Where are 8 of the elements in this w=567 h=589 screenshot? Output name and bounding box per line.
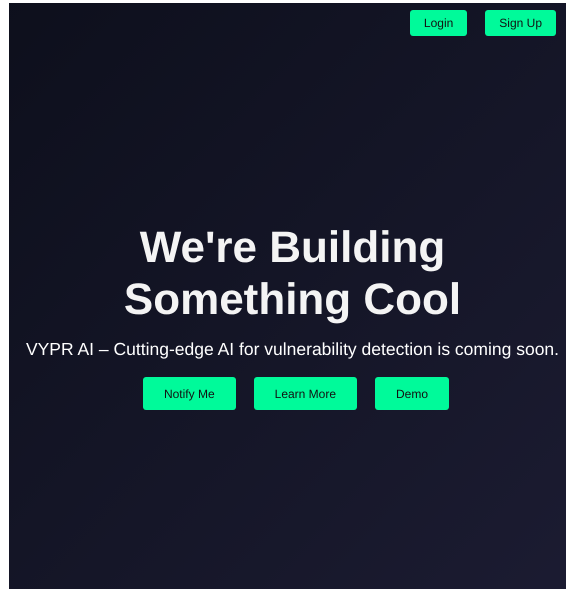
cta-button[interactable]: Notify Me [142,377,236,410]
hero-title: We're Building [140,222,446,274]
cta-button[interactable]: Learn More [254,377,358,410]
hero-title: Something Cool [124,274,462,326]
cta-button[interactable]: Demo [375,377,450,410]
header-button[interactable]: Sign Up [485,10,556,36]
header-button[interactable]: Login [410,10,468,36]
hero-subtitle: VYPR AI – Cutting-edge AI for vulnerability detection is coming soon. [26,338,560,361]
